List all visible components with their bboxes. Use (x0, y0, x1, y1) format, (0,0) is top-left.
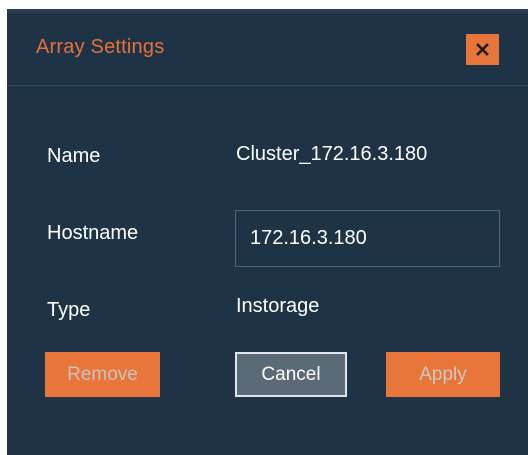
hostname-input[interactable] (235, 210, 500, 267)
cancel-button[interactable]: Cancel (235, 352, 347, 397)
remove-button[interactable]: Remove (45, 352, 160, 397)
name-label: Name (47, 145, 101, 167)
type-label: Type (47, 299, 91, 321)
dialog-header: Array Settings (7, 9, 528, 86)
close-button[interactable] (466, 34, 499, 65)
array-settings-dialog: Array Settings Name Cluster_172.16.3.180… (7, 9, 528, 455)
name-value: Cluster_172.16.3.180 (236, 143, 428, 165)
type-value: Instorage (236, 295, 320, 317)
dialog-title: Array Settings (36, 36, 165, 58)
apply-button[interactable]: Apply (386, 352, 500, 397)
hostname-label: Hostname (47, 222, 139, 244)
close-icon (476, 43, 489, 56)
